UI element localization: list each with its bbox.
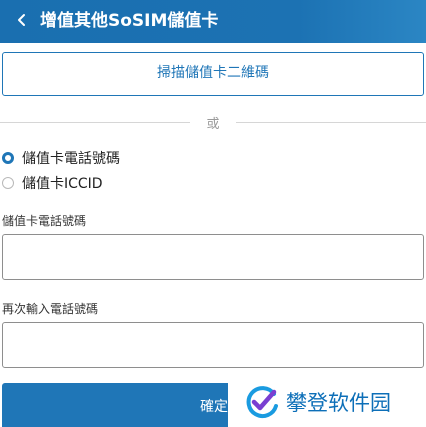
phone-field-label: 儲值卡電話號碼 — [2, 214, 87, 228]
radio-label-iccid: 儲值卡ICCID — [22, 176, 103, 192]
radio-button-selected[interactable] — [2, 152, 14, 164]
radio-label-phone: 儲值卡電話號碼 — [22, 151, 120, 167]
check-logo-icon — [246, 385, 278, 418]
confirm-phone-input[interactable] — [2, 322, 424, 368]
chevron-left-icon[interactable] — [13, 9, 31, 31]
divider-text: 或 — [206, 117, 220, 132]
watermark-text: 攀登软件园 — [286, 390, 391, 415]
divider-line-right — [236, 122, 426, 123]
watermark: 攀登软件园 — [228, 376, 426, 427]
page-title: 增值其他SoSIM儲值卡 — [40, 11, 219, 31]
divider-line-left — [0, 122, 190, 123]
confirm-button-label: 確定 — [200, 399, 228, 415]
or-divider: 或 — [0, 112, 426, 132]
radio-button-unselected[interactable] — [2, 177, 14, 189]
phone-number-input[interactable] — [2, 234, 424, 280]
radio-option-phone[interactable]: 儲值卡電話號碼 — [2, 148, 120, 168]
app-header: 增值其他SoSIM儲值卡 — [0, 0, 426, 43]
radio-option-iccid[interactable]: 儲值卡ICCID — [2, 173, 103, 193]
confirm-phone-field-label: 再次輸入電話號碼 — [2, 302, 99, 316]
scan-qr-button[interactable]: 掃描儲值卡二維碼 — [2, 52, 424, 96]
